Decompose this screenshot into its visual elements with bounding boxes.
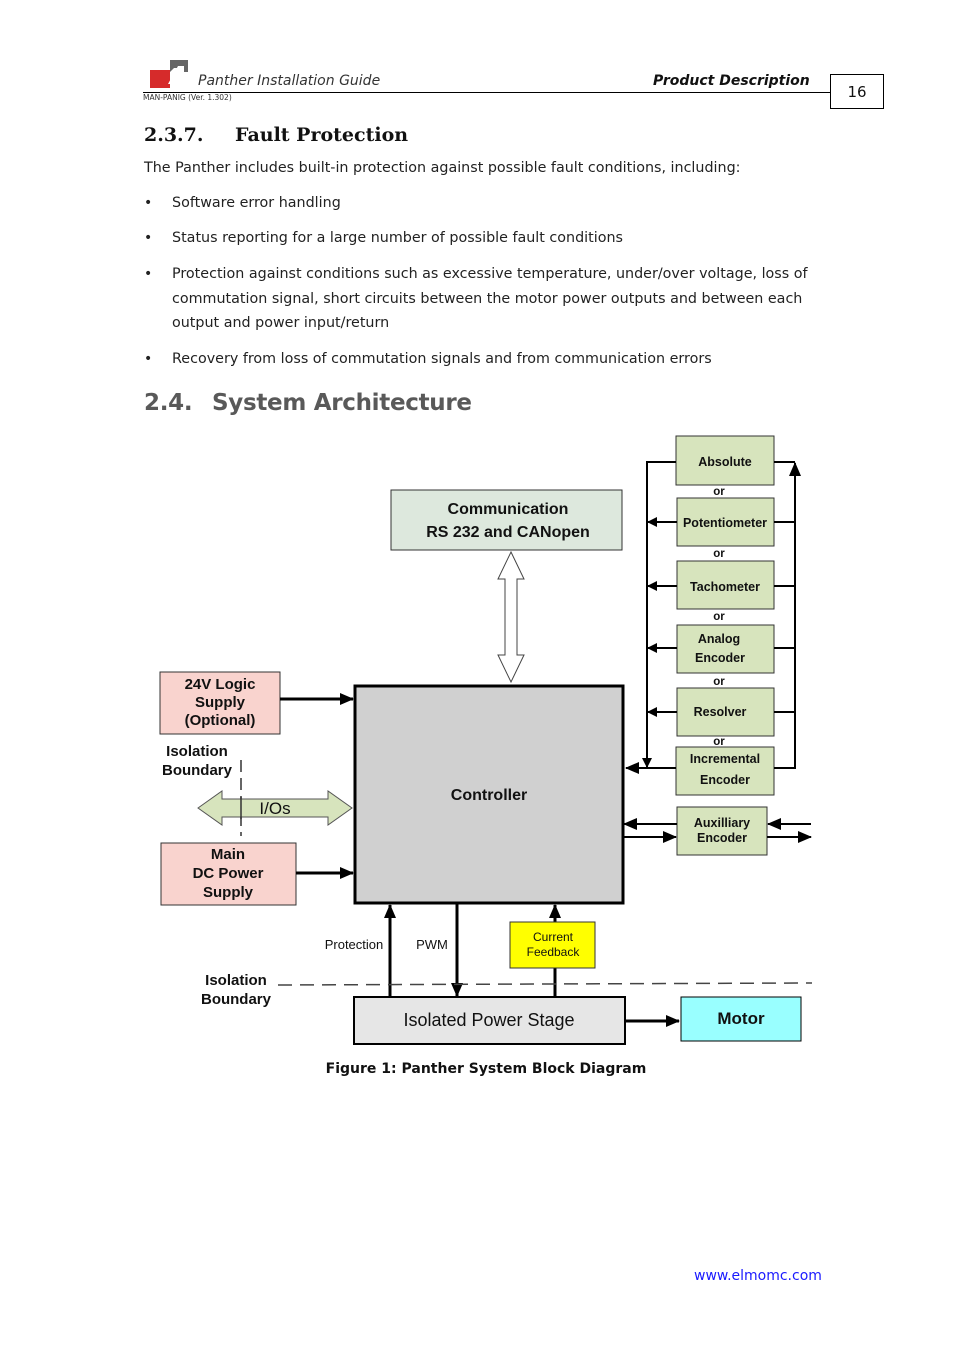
protection-label: Protection [325,937,384,952]
website-link[interactable]: www.elmomc.com [694,1268,822,1284]
feedback-potentiometer: Potentiometer [676,497,775,547]
svg-text:Absolute: Absolute [698,455,752,469]
svg-text:Analog: Analog [698,632,740,646]
svg-text:Boundary: Boundary [162,762,233,779]
communication-block: Communication RS 232 and CANopen [390,489,623,551]
svg-text:Boundary: Boundary [201,991,272,1008]
svg-text:Main: Main [211,846,245,863]
controller-block: Controller [353,684,625,905]
motor-block: Motor [680,996,802,1042]
system-block-diagram: Communication RS 232 and CANopen Control… [159,435,813,1045]
svg-text:Communication: Communication [448,501,569,518]
main-dc-supply-block: Main DC Power Supply [160,842,297,906]
figure-caption: Figure 1: Panther System Block Diagram [325,1061,647,1077]
current-feedback-block: Current Feedback [509,921,596,969]
svg-text:Auxilliary: Auxilliary [694,816,750,830]
svg-text:24V Logic: 24V Logic [185,676,256,693]
feedback-incremental-encoder: Incremental Encoder [675,746,775,796]
or-label: or [713,611,725,623]
svg-text:Resolver: Resolver [694,705,747,719]
logic-supply-block: 24V Logic Supply (Optional) [159,671,281,735]
svg-text:Encoder: Encoder [695,651,745,665]
isolated-power-stage-block: Isolated Power Stage [353,996,626,1045]
feedback-analog-encoder: Analog Encoder [676,624,775,674]
isolation-boundary-label: Isolation [166,743,228,760]
feedback-tachometer: Tachometer [676,560,775,610]
or-label: or [713,548,725,560]
svg-text:(Optional): (Optional) [185,712,256,729]
svg-text:Potentiometer: Potentiometer [683,516,767,530]
or-label: or [713,736,725,748]
svg-text:Motor: Motor [717,1009,765,1028]
pwm-label: PWM [416,937,448,952]
svg-text:DC Power: DC Power [193,865,264,882]
comm-bidirectional-arrow [497,550,525,684]
svg-text:Supply: Supply [195,694,246,711]
svg-text:Tachometer: Tachometer [690,580,760,594]
auxiliary-encoder-block: Auxilliary Encoder [676,806,768,856]
isolation-boundary-horizontal [277,982,813,986]
svg-text:Incremental: Incremental [690,752,760,766]
or-label: or [713,676,725,688]
ios-arrow: I/Os [197,790,353,826]
svg-text:Controller: Controller [451,787,527,804]
svg-text:I/Os: I/Os [259,799,290,818]
feedback-absolute: Absolute [675,435,775,486]
svg-text:Isolated Power Stage: Isolated Power Stage [403,1010,574,1030]
feedback-resolver: Resolver [676,687,775,737]
svg-text:Encoder: Encoder [700,773,750,787]
svg-text:Supply: Supply [203,884,254,901]
svg-text:RS 232 and CANopen: RS 232 and CANopen [426,524,590,541]
svg-text:Encoder: Encoder [697,831,747,845]
svg-text:Current: Current [533,930,574,944]
or-label: or [713,486,725,498]
isolation-boundary-label: Isolation [205,972,267,989]
svg-text:Feedback: Feedback [527,945,581,959]
